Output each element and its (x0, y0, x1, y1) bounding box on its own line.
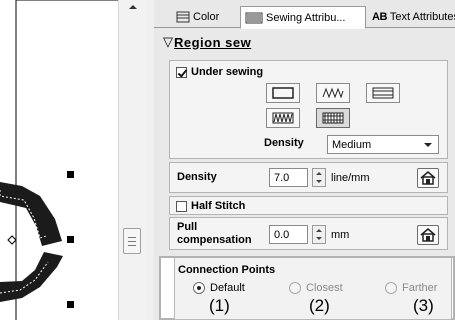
half-stitch-checkbox[interactable] (176, 200, 187, 212)
half-stitch-label: Half Stitch (191, 200, 246, 212)
selection-handle (67, 301, 74, 308)
pull-compensation-label: Pull compensation (177, 221, 252, 246)
radio-unselected-icon (385, 282, 397, 294)
under-sewing-group: Under sewing Density Medium (169, 60, 448, 159)
radio-default[interactable]: Default (193, 282, 245, 294)
pull-compensation-unit: mm (331, 229, 350, 241)
color-palette-icon (176, 11, 190, 23)
horizontal-lines-icon (372, 87, 394, 99)
under-density-value: Medium (332, 138, 372, 151)
pull-compensation-row: Pull compensation 0.0 mm (169, 217, 448, 250)
under-density-label: Density (264, 137, 304, 149)
density-spinner[interactable] (312, 168, 326, 187)
sewing-pattern-icon (245, 12, 263, 23)
tab-sewing-attributes[interactable]: Sewing Attribu... (240, 6, 366, 29)
density-row: Density 7.0 line/mm (169, 162, 448, 193)
tab-color[interactable]: Color (172, 6, 239, 28)
radio-selected-icon (193, 282, 205, 294)
pull-compensation-input[interactable]: 0.0 (269, 225, 308, 244)
density-input[interactable]: 7.0 (269, 168, 308, 187)
density-label: Density (177, 171, 217, 183)
tab-color-label: Color (193, 11, 220, 23)
selection-handle (67, 171, 74, 178)
tab-text-attributes[interactable]: AB Text Attributes (368, 6, 455, 28)
pattern-zigzag-boxed-button[interactable] (266, 108, 300, 128)
radio-default-label: Default (210, 282, 245, 294)
pull-compensation-value: 0.0 (274, 228, 290, 241)
radio-farther-label: Farther (402, 282, 438, 294)
zigzag-boxed-icon (272, 112, 294, 124)
home-reset-icon (420, 228, 436, 242)
pattern-crosshatch-button[interactable] (316, 108, 350, 128)
region-sew-header[interactable]: ▽ Region sew (163, 33, 251, 51)
zigzag-icon (322, 87, 344, 99)
radio-closest-label: Closest (306, 282, 343, 294)
callout-3: (3) (413, 296, 434, 315)
selection-handle (67, 236, 74, 243)
density-value: 7.0 (274, 171, 290, 184)
callout-2: (2) (309, 296, 330, 315)
half-stitch-row: Half Stitch (169, 196, 448, 215)
density-reset-button[interactable] (417, 168, 439, 188)
collapse-triangle-icon[interactable]: ▽ (163, 34, 173, 50)
region-sew-title: Region sew (174, 34, 252, 50)
panel-splitter[interactable] (146, 0, 154, 320)
radio-unselected-icon (289, 282, 301, 294)
home-reset-icon (420, 171, 436, 185)
chevron-down-icon (424, 143, 432, 147)
callout-1: (1) (209, 296, 230, 315)
tab-sewing-label: Sewing Attribu... (266, 11, 346, 24)
radio-farther[interactable]: Farther (385, 282, 437, 294)
pull-compensation-spinner[interactable] (312, 225, 326, 244)
tab-bar: Color Sewing Attribu... AB Text Attribut… (154, 6, 455, 29)
under-sewing-checkbox[interactable] (176, 66, 187, 78)
density-unit: line/mm (331, 172, 370, 184)
splitter-grip-handle[interactable] (123, 228, 141, 254)
design-canvas[interactable] (0, 0, 118, 320)
canvas-vertical-scrollbar[interactable] (118, 0, 146, 320)
text-ab-icon: AB (372, 11, 387, 23)
under-density-dropdown[interactable]: Medium (327, 135, 439, 154)
radio-closest[interactable]: Closest (289, 282, 343, 294)
pull-compensation-reset-button[interactable] (417, 225, 439, 245)
pattern-plain-button[interactable] (266, 83, 300, 103)
tab-text-label: Text Attributes (389, 11, 455, 23)
under-sewing-label: Under sewing (191, 66, 264, 78)
canvas-drawing (0, 0, 118, 320)
connection-points-group: Connection Points Default Closest Farthe… (159, 256, 455, 320)
pattern-lines-button[interactable] (366, 83, 400, 103)
connection-points-title: Connection Points (178, 264, 276, 276)
scroll-up-arrow-icon[interactable] (128, 2, 138, 12)
crosshatch-icon (322, 112, 344, 124)
plain-rect-icon (272, 87, 294, 99)
pattern-zigzag-button[interactable] (316, 83, 350, 103)
